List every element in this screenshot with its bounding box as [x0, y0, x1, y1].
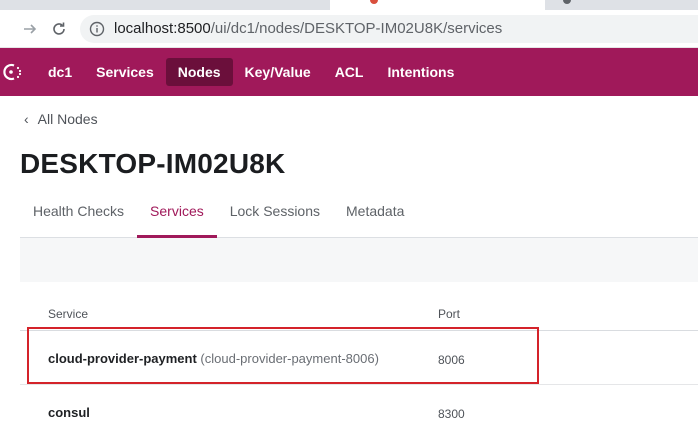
url-path: /ui/dc1/nodes/DESKTOP-IM02U8K/services	[210, 20, 503, 37]
menu-item-intentions[interactable]: Intentions	[375, 58, 466, 86]
tab-metadata[interactable]: Metadata	[333, 190, 417, 237]
page-title: DESKTOP-IM02U8K	[20, 148, 286, 179]
app-header: dc1 Services Nodes Key/Value ACL Intenti…	[0, 48, 698, 96]
datacenter-selector[interactable]: dc1	[36, 58, 84, 86]
address-bar[interactable]: localhost:8500/ui/dc1/nodes/DESKTOP-IM02…	[80, 15, 698, 43]
column-header-service[interactable]: Service	[48, 307, 88, 321]
tab-services[interactable]: Services	[137, 190, 217, 238]
node-tabs: Health Checks Services Lock Sessions Met…	[20, 190, 698, 238]
service-port: 8300	[438, 407, 465, 421]
service-name-cell: consul	[48, 405, 90, 420]
table-row[interactable]: consul 8300	[20, 385, 698, 430]
menu-item-nodes[interactable]: Nodes	[165, 58, 233, 86]
back-link-label: All Nodes	[37, 111, 98, 127]
address-text: localhost:8500/ui/dc1/nodes/DESKTOP-IM02…	[114, 20, 502, 37]
back-to-all-nodes-link[interactable]: ‹ All Nodes	[24, 111, 98, 127]
tab-favicon-icon	[563, 0, 571, 4]
forward-arrow-icon[interactable]	[20, 19, 40, 39]
tab-health-checks[interactable]: Health Checks	[20, 190, 137, 237]
menu-item-services[interactable]: Services	[84, 58, 166, 86]
column-header-port[interactable]: Port	[438, 307, 460, 321]
browser-tab-strip	[0, 0, 698, 10]
browser-toolbar: localhost:8500/ui/dc1/nodes/DESKTOP-IM02…	[0, 10, 698, 48]
reload-icon[interactable]	[49, 19, 69, 39]
filter-bar	[20, 238, 698, 282]
main-menu: dc1 Services Nodes Key/Value ACL Intenti…	[36, 58, 466, 86]
browser-active-tab[interactable]	[330, 0, 545, 10]
highlight-annotation-box	[27, 327, 539, 384]
menu-item-acl[interactable]: ACL	[323, 58, 376, 86]
service-name: consul	[48, 405, 90, 420]
tab-lock-sessions[interactable]: Lock Sessions	[217, 190, 333, 237]
menu-item-key-value[interactable]: Key/Value	[233, 58, 323, 86]
site-info-icon[interactable]	[89, 21, 105, 42]
url-host: localhost:8500	[114, 20, 211, 37]
chevron-left-icon: ‹	[24, 111, 29, 127]
consul-logo-icon[interactable]	[0, 60, 24, 84]
